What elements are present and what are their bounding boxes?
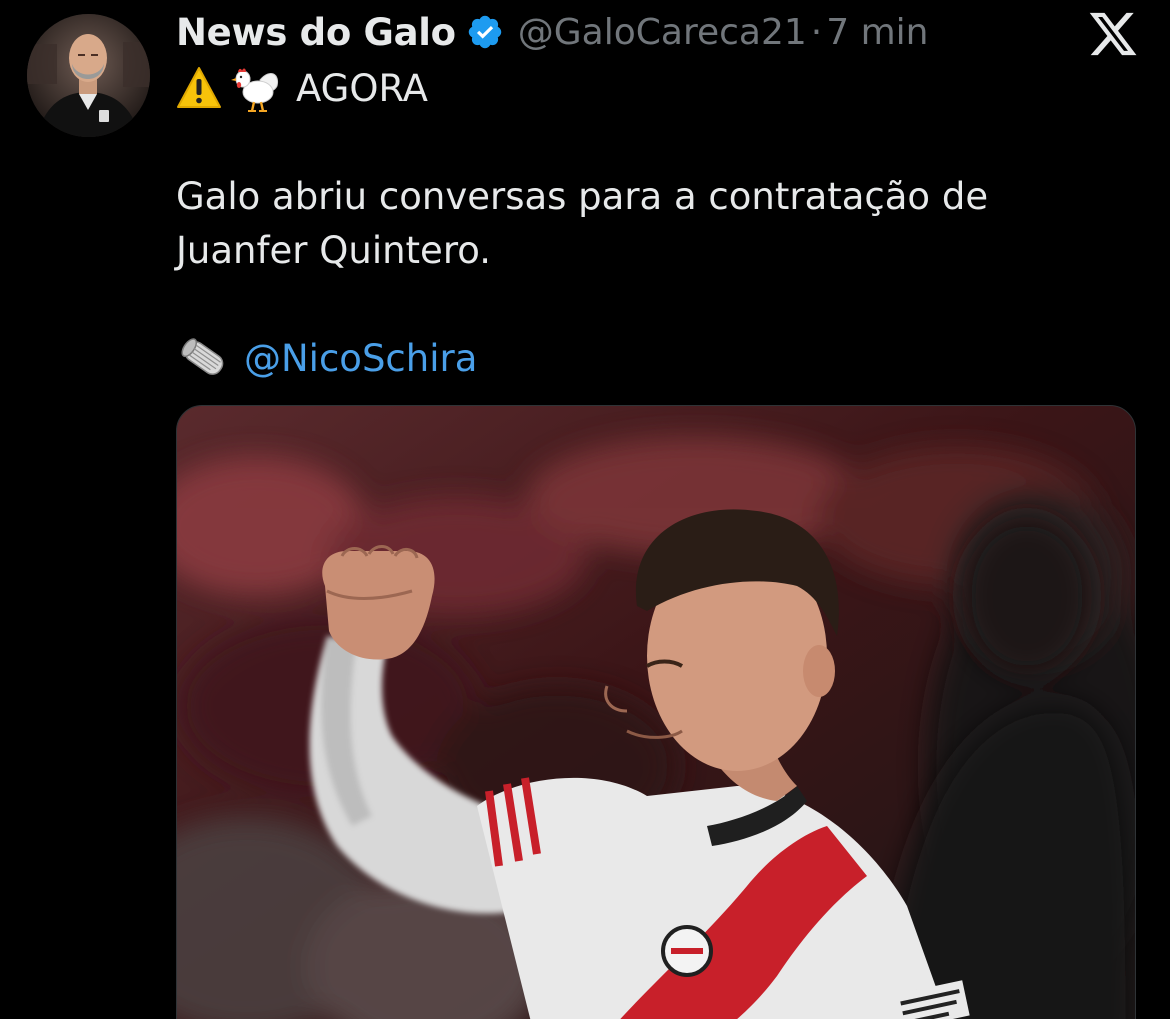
coach-portrait-avatar-icon — [27, 14, 150, 137]
tweet-body-line-2: Juanfer Quintero. — [176, 229, 491, 272]
source-line: @NicoSchira — [176, 330, 477, 386]
tweet-body-line-1: Galo abriu conversas para a contratação … — [176, 175, 989, 218]
newspaper-roll-emoji-icon — [176, 332, 232, 384]
tweet-header: News do Galo @GaloCareca21 · 7 min — [176, 6, 928, 58]
source-mention-link[interactable]: @NicoSchira — [244, 337, 477, 380]
headline-line: AGORA — [176, 60, 428, 116]
verified-badge-icon — [466, 13, 504, 51]
football-player-celebrating-photo-icon — [177, 406, 1135, 1019]
separator-dot: · — [810, 11, 823, 53]
headline-text: AGORA — [296, 66, 428, 110]
tweet-media-photo[interactable] — [176, 405, 1136, 1019]
author-handle[interactable]: @GaloCareca21 — [518, 12, 807, 53]
rooster-emoji-icon — [230, 62, 282, 114]
tweet-body: Galo abriu conversas para a contratação … — [176, 170, 1076, 278]
author-display-name[interactable]: News do Galo — [176, 11, 456, 54]
warning-emoji-icon — [176, 66, 222, 110]
post-time[interactable]: 7 min — [826, 12, 928, 53]
tweet-card[interactable]: News do Galo @GaloCareca21 · 7 min AGORA… — [0, 0, 1170, 1019]
author-avatar[interactable] — [27, 14, 150, 137]
x-logo-icon[interactable] — [1087, 8, 1139, 60]
